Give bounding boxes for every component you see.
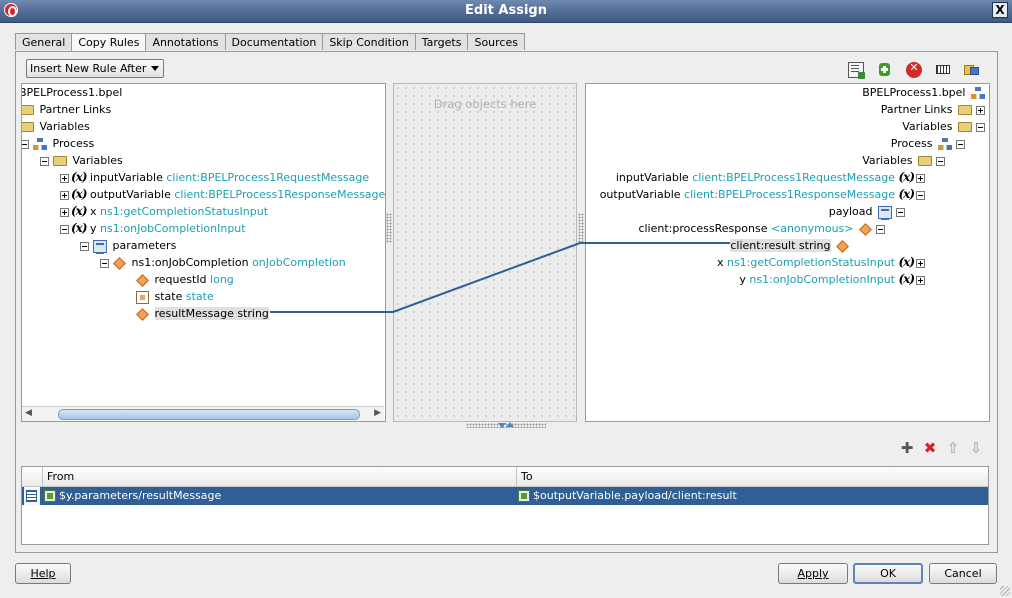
copy-rules-table[interactable]: From To $y.parameters/resultMessage $out…	[21, 466, 989, 545]
delete-rule-icon[interactable]: ✖	[923, 441, 937, 456]
table-header: From To	[22, 467, 988, 487]
add-rule-icon[interactable]: ✚	[900, 441, 914, 456]
xpath-icon	[44, 490, 56, 502]
resize-grip-icon[interactable]	[1000, 586, 1010, 596]
ok-button[interactable]: OK	[853, 563, 923, 584]
move-down-icon[interactable]: ⇩	[969, 441, 983, 456]
table-row[interactable]: $y.parameters/resultMessage $outputVaria…	[22, 487, 988, 505]
row-from-cell[interactable]: $y.parameters/resultMessage	[44, 487, 221, 505]
column-header-from[interactable]: From	[42, 467, 516, 486]
row-to-cell[interactable]: $outputVariable.payload/client:result	[518, 487, 737, 505]
help-button[interactable]: Help	[15, 563, 71, 584]
apply-button[interactable]: Apply	[778, 563, 848, 584]
move-up-icon[interactable]: ⇧	[946, 441, 960, 456]
row-selector-icon[interactable]	[24, 487, 40, 505]
column-header-to[interactable]: To	[516, 467, 988, 486]
xpath-icon	[518, 490, 530, 502]
cancel-button[interactable]: Cancel	[929, 563, 997, 584]
